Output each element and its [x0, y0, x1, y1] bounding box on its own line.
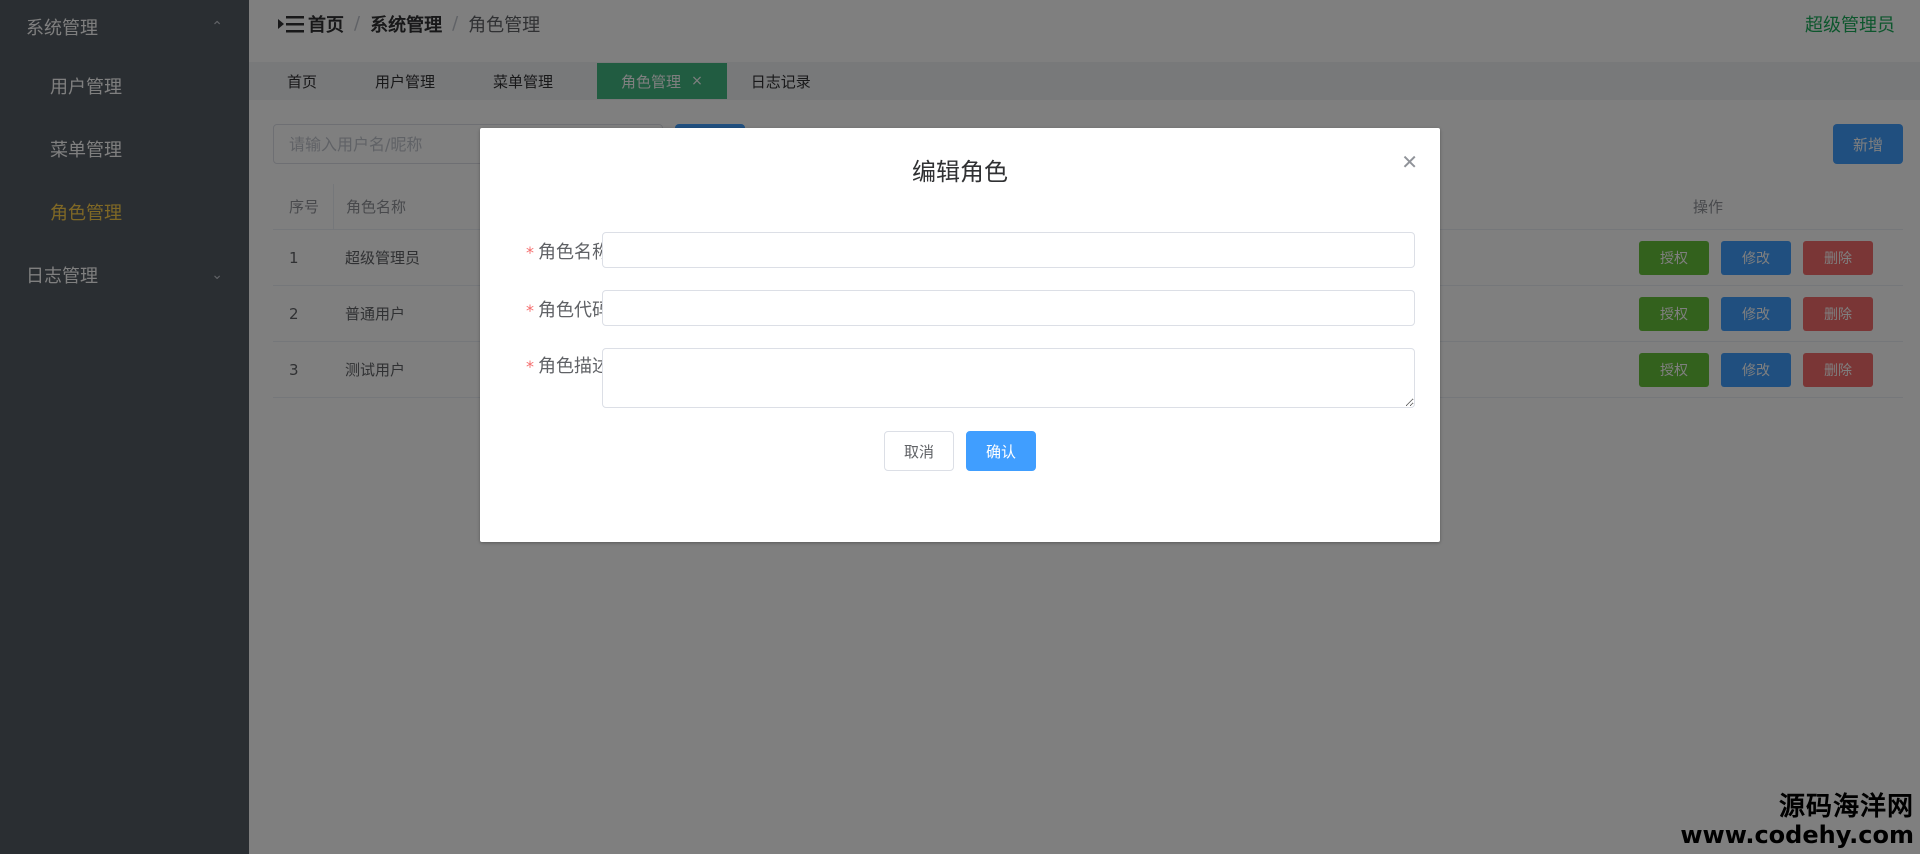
field-label: 角色名称: [538, 242, 610, 263]
role-code-label: * 角色代码: [500, 296, 610, 322]
cancel-button[interactable]: 取消: [884, 431, 954, 471]
required-mark: *: [526, 301, 534, 320]
dialog-title: 编辑角色: [912, 158, 1008, 186]
watermark: 源码海洋网 www.codehy.com: [1680, 793, 1914, 848]
edit-role-dialog: 编辑角色 ✕ * 角色名称 * 角色代码 * 角色描述 取消 确认: [480, 128, 1440, 542]
watermark-url: www.codehy.com: [1680, 820, 1914, 849]
field-label: 角色描述: [538, 356, 610, 377]
role-desc-label: * 角色描述: [500, 352, 610, 378]
role-desc-textarea[interactable]: [602, 348, 1415, 408]
role-code-input[interactable]: [602, 290, 1415, 326]
close-icon[interactable]: ✕: [1401, 150, 1418, 174]
app-root: 系统管理 ⌃ 用户管理 菜单管理 角色管理 日志管理 ⌄: [0, 0, 1920, 854]
role-name-label: * 角色名称: [500, 238, 610, 264]
role-name-input[interactable]: [602, 232, 1415, 268]
confirm-button[interactable]: 确认: [966, 431, 1036, 471]
field-label: 角色代码: [538, 300, 610, 321]
required-mark: *: [526, 357, 534, 376]
watermark-title: 源码海洋网: [1778, 792, 1914, 823]
required-mark: *: [526, 243, 534, 262]
